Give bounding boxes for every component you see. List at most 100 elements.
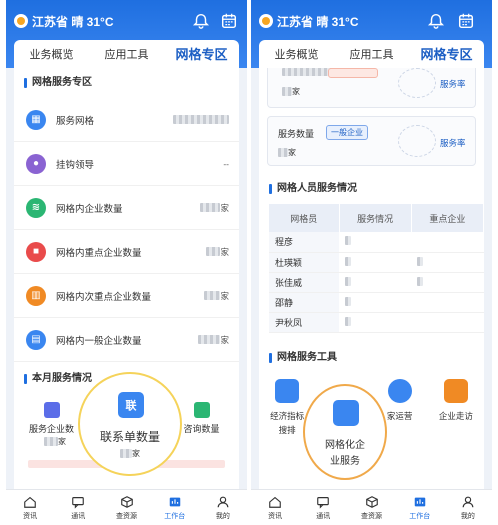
- tab-grid-zone[interactable]: 网格专区: [164, 42, 239, 68]
- masked-value: [345, 236, 351, 246]
- row-value: [173, 115, 229, 124]
- section-title-grid: 网格服务专区: [14, 68, 239, 98]
- table-header: 重点企业: [411, 204, 484, 232]
- table-header: 网格员: [269, 204, 340, 232]
- headset-icon: [387, 378, 412, 403]
- bottom-nav: 资讯 通讯 查资源 工作台 我的: [6, 489, 247, 525]
- nav-label: 我的: [460, 512, 475, 520]
- top-header: 江苏省 晴 31°C 业务概览 应用工具 网格专区: [251, 0, 492, 68]
- left-phone-screen: 江苏省 晴 31°C 业务概览 应用工具 网格专区 网格服务专区 ▦ 服务网格 …: [6, 0, 247, 525]
- staff-name: 程彦: [269, 232, 339, 253]
- highlight-label: 联系单数量: [99, 430, 160, 444]
- month-unit: 家: [58, 437, 66, 446]
- masked-value: [345, 256, 351, 266]
- masked-value: [44, 437, 58, 446]
- grid-service-icon: [333, 400, 359, 426]
- calendar-icon[interactable]: [457, 12, 475, 30]
- screenshot-pair: 江苏省 晴 31°C 业务概览 应用工具 网格专区 网格服务专区 ▦ 服务网格 …: [0, 0, 498, 525]
- row-value: --: [223, 158, 229, 169]
- row-enterprise-count[interactable]: ≋ 网格内企业数量 家: [14, 186, 239, 230]
- tab-business-overview[interactable]: 业务概览: [259, 42, 334, 68]
- row-label: 网格内一般企业数量: [56, 335, 142, 347]
- table-cell: [411, 252, 484, 273]
- right-phone-screen: 江苏省 晴 31°C 业务概览 应用工具 网格专区 家 服务率 服务数量 一般企…: [251, 0, 492, 525]
- row-general-enterprise-count[interactable]: ▤ 网格内一般企业数量 家: [14, 318, 239, 362]
- highlight-label-line2: 业服务: [330, 456, 360, 467]
- workbench-icon: [169, 497, 180, 506]
- table-row[interactable]: 邵静: [269, 292, 484, 313]
- nav-label: 查资源: [116, 512, 137, 520]
- table-row[interactable]: 张佳威: [269, 272, 484, 293]
- chart-icon: [43, 402, 60, 418]
- bell-icon[interactable]: [192, 12, 210, 30]
- highlight-grid-enterprise-service[interactable]: 网格化企 业服务: [303, 384, 387, 480]
- nav-resources[interactable]: 查资源: [347, 490, 395, 525]
- table-row[interactable]: 程彦: [269, 232, 484, 253]
- row-label: 服务网格: [56, 115, 95, 127]
- nav-contacts[interactable]: 通讯: [54, 490, 102, 525]
- masked-value: [345, 316, 351, 326]
- row-service-grid[interactable]: ▦ 服务网格: [14, 98, 239, 142]
- bookmark-icon: ■: [26, 241, 46, 262]
- tab-app-tools[interactable]: 应用工具: [334, 42, 409, 68]
- highlight-value: 家: [120, 448, 140, 459]
- table-cell: [411, 292, 484, 313]
- bottom-nav: 资讯 通讯 查资源 工作台 我的: [251, 489, 492, 525]
- document-icon: [275, 378, 300, 403]
- row-key-enterprise-count[interactable]: ■ 网格内重点企业数量 家: [14, 230, 239, 274]
- table-cell: [339, 232, 412, 253]
- month-service-value: 家: [44, 436, 66, 447]
- tab-bar: 业务概览 应用工具 网格专区: [14, 40, 239, 68]
- tab-bar: 业务概览 应用工具 网格专区: [259, 40, 484, 68]
- masked-value: [417, 256, 424, 266]
- row-leader[interactable]: ● 挂钩领导 --: [14, 142, 239, 186]
- tool-enterprise-visit[interactable]: 企业走访: [428, 378, 484, 453]
- highlight-label-line1: 网格化企: [325, 440, 365, 451]
- nav-news[interactable]: 资讯: [6, 490, 54, 525]
- table-cell: [339, 292, 412, 313]
- row-secondary-enterprise-count[interactable]: ▥ 网格内次重点企业数量 家: [14, 274, 239, 318]
- masked-value: [120, 449, 132, 458]
- table-cell: [411, 312, 484, 333]
- tool-label-line1: 经济指标: [270, 410, 305, 421]
- staff-table: 网格员 服务情况 重点企业 程彦 杜瑛颖 张佳威 邵静 尹秋凤: [269, 204, 484, 333]
- month-item-label: 咨询数量: [183, 424, 220, 434]
- bell-icon[interactable]: [427, 12, 445, 30]
- table-cell: [339, 252, 412, 273]
- chat-bubble-icon: [317, 496, 330, 509]
- category-tag: [328, 68, 378, 78]
- row-unit: 家: [220, 202, 229, 213]
- factory-icon: ▤: [26, 329, 46, 350]
- highlight-contact-sheets[interactable]: 联 联系单数量 家: [78, 372, 182, 476]
- row-label: 网格内企业数量: [56, 203, 123, 215]
- cube-icon: [120, 495, 133, 508]
- table-row[interactable]: 杜瑛颖: [269, 252, 484, 273]
- calendar-icon[interactable]: [220, 12, 238, 30]
- nav-label: 通讯: [316, 512, 331, 520]
- table-cell: [339, 272, 412, 293]
- masked-value: [417, 276, 424, 286]
- tab-app-tools[interactable]: 应用工具: [89, 42, 164, 68]
- nav-news[interactable]: 资讯: [251, 490, 299, 525]
- table-row[interactable]: 尹秋凤: [269, 312, 484, 333]
- table-header: 服务情况: [339, 204, 412, 232]
- nav-contacts[interactable]: 通讯: [299, 490, 347, 525]
- service-card-partial[interactable]: 家 服务率: [267, 68, 476, 108]
- chat-icon: [193, 402, 210, 418]
- top-header: 江苏省 晴 31°C 业务概览 应用工具 网格专区: [6, 0, 247, 68]
- service-card-general[interactable]: 服务数量 一般企业 家 服务率: [267, 116, 476, 166]
- row-value: 家: [200, 202, 229, 214]
- nav-workbench[interactable]: 工作台: [151, 490, 199, 525]
- nav-workbench[interactable]: 工作台: [396, 490, 444, 525]
- section-title-people: 网格人员服务情况: [259, 174, 484, 204]
- tab-grid-zone[interactable]: 网格专区: [409, 42, 484, 68]
- nav-me[interactable]: 我的: [444, 490, 492, 525]
- nav-me[interactable]: 我的: [199, 490, 247, 525]
- highlight-unit: 家: [132, 449, 140, 458]
- tab-business-overview[interactable]: 业务概览: [14, 42, 89, 68]
- nav-resources[interactable]: 查资源: [102, 490, 150, 525]
- person-icon: ●: [26, 153, 46, 174]
- building-icon: ▦: [26, 109, 46, 130]
- row-value: 家: [204, 290, 229, 302]
- category-tag: 一般企业: [326, 125, 368, 140]
